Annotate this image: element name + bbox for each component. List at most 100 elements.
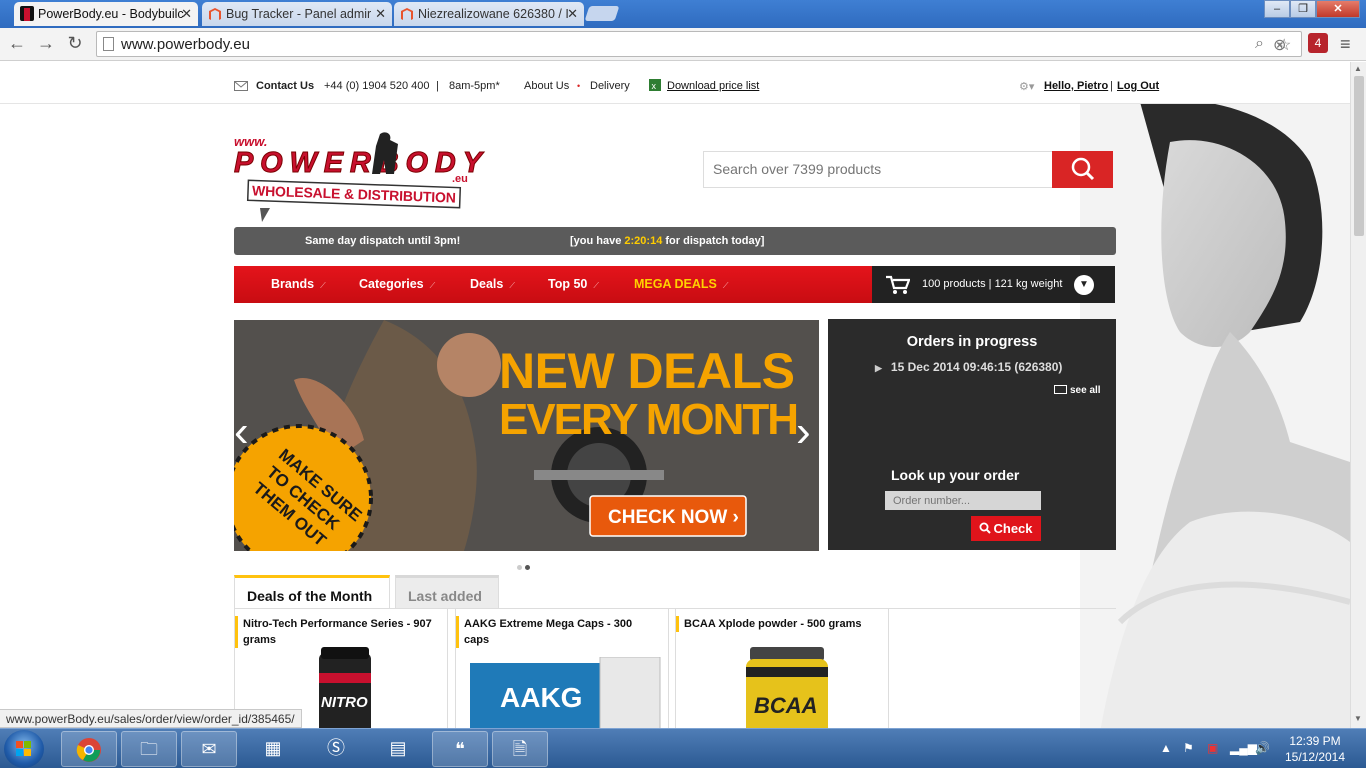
promo-banner[interactable]: NEW DEALS EVERY MONTH CHECK NOW › MAKE S… [234, 320, 819, 551]
system-clock[interactable]: 12:39 PM 15/12/2014 [1280, 733, 1350, 765]
cart-expand-icon[interactable]: ▼ [1074, 275, 1094, 295]
explorer-folder-icon[interactable]: 🗀 [121, 731, 177, 767]
product-name[interactable]: Nitro-Tech Performance Series - 907 gram… [235, 616, 437, 648]
nav-mega-deals[interactable]: MEGA DEALS ⟋ [634, 277, 728, 291]
browser-tab-bug-tracker[interactable]: Bug Tracker - Panel admir ✕ [202, 2, 392, 26]
product-image[interactable]: NITRO [315, 647, 375, 728]
office-hours: 8am-5pm* [449, 80, 500, 92]
bullet: • [577, 81, 581, 91]
url-text[interactable]: www.powerbody.eu [121, 36, 250, 53]
about-us-link[interactable]: About Us [524, 80, 569, 92]
close-window-icon[interactable]: ✕ [1316, 0, 1360, 18]
maximize-icon[interactable]: ❐ [1290, 0, 1316, 18]
calculator-icon[interactable]: ▤ [370, 731, 426, 767]
banner-next-arrow-icon[interactable]: › [796, 410, 811, 454]
extension-badge: 4 [1314, 36, 1322, 50]
scrollbar-thumb[interactable] [1354, 76, 1364, 236]
new-tab-button[interactable] [584, 6, 620, 21]
close-tab-icon[interactable]: ✕ [567, 2, 578, 26]
network-signal-icon[interactable]: ▂▄▆ [1230, 741, 1257, 755]
order-number-input[interactable] [885, 491, 1041, 510]
product-name[interactable]: BCAA Xplode powder - 500 grams [676, 616, 878, 632]
reload-icon[interactable]: ↻ [64, 33, 86, 54]
magento-favicon-icon [400, 6, 414, 21]
action-center-flag-icon[interactable]: ⚑ [1183, 741, 1194, 755]
tab-deals-of-the-month[interactable]: Deals of the Month [234, 575, 390, 609]
product-card[interactable]: BCAA Xplode powder - 500 grams BCAA [675, 609, 889, 728]
product-card[interactable]: AAKG Extreme Mega Caps - 300 caps AAKG [455, 609, 669, 728]
bookmark-star-icon[interactable]: ☆ [1277, 35, 1291, 55]
apps-grid-icon[interactable]: ▦ [245, 731, 301, 767]
main-navigation: Brands ⟋ Categories ⟋ Deals ⟋ Top 50 ⟋ MEGA … [234, 266, 872, 303]
thunderbird-icon[interactable]: ✉ [181, 731, 237, 767]
windows-taskbar: 🗀 ✉ ▦ Ⓢ ▤ ❝ 🗎 ▲ ⚑ ▣ ▂▄▆ 🔊 12:39 PM 15/12… [0, 728, 1366, 768]
download-price-list-link[interactable]: Download price list [667, 80, 759, 92]
nav-categories[interactable]: Categories ⟋ [359, 277, 435, 291]
product-search-box [703, 151, 1053, 188]
hello-user-link[interactable]: Hello, Pietro [1044, 80, 1108, 92]
page-scrollbar[interactable]: ▲ ▼ [1350, 62, 1366, 728]
chrome-menu-icon[interactable]: ≡ [1340, 34, 1351, 55]
dispatch-info-bar: Same day dispatch until 3pm! [you have 2… [234, 227, 1116, 255]
dropdown-caret-icon: ⟋ [429, 281, 436, 290]
tab-last-added[interactable]: Last added [395, 575, 499, 609]
triangle-right-icon: ▶ [875, 363, 882, 373]
search-icon[interactable]: ⌕ [1255, 35, 1264, 53]
check-order-button[interactable]: Check [971, 516, 1041, 541]
skype-icon[interactable]: Ⓢ [308, 731, 364, 767]
document-viewer-icon[interactable]: 🗎 [492, 731, 548, 767]
windows-start-button[interactable] [4, 730, 44, 768]
close-tab-icon[interactable]: ✕ [181, 2, 192, 26]
windows-logo-icon [16, 741, 31, 756]
scroll-up-arrow-icon[interactable]: ▲ [1354, 64, 1362, 73]
svg-text:CHECK NOW ›: CHECK NOW › [608, 507, 739, 528]
magento-favicon-icon [208, 6, 222, 21]
chrome-taskbar-icon[interactable] [61, 731, 117, 767]
page-icon [103, 37, 114, 51]
clock-date: 15/12/2014 [1284, 750, 1346, 764]
search-button[interactable] [1052, 151, 1113, 188]
phone-number: +44 (0) 1904 520 400 [324, 80, 430, 92]
svg-text:EVERY MONTH: EVERY MONTH [499, 395, 799, 444]
cart-summary-bar[interactable]: 100 products | 121 kg weight ▼ [872, 266, 1115, 303]
cart-summary-text: 100 products | 121 kg weight [922, 278, 1063, 290]
lookup-title: Look up your order [891, 467, 1020, 483]
order-item[interactable]: ▶ 15 Dec 2014 09:46:15 (626380) [875, 360, 1062, 374]
shopping-cart-icon [886, 275, 910, 294]
tray-app-icon[interactable]: ▣ [1207, 741, 1218, 755]
tab-title: PowerBody.eu - Bodybuilc [38, 7, 184, 21]
product-image[interactable]: AAKG [470, 657, 662, 728]
product-divider [888, 609, 889, 728]
volume-icon[interactable]: 🔊 [1255, 741, 1270, 755]
tab-title: Niezrealizowane 626380 / I [418, 7, 569, 21]
nav-top50[interactable]: Top 50 ⟋ [548, 277, 599, 291]
svg-text:BCAA: BCAA [754, 693, 818, 718]
contact-us-link[interactable]: Contact Us [256, 80, 314, 92]
nav-brands[interactable]: Brands ⟋ [271, 277, 326, 291]
banner-dot[interactable] [517, 565, 522, 570]
window-controls: – ❐ ✕ [1264, 0, 1360, 18]
see-all-link[interactable]: see all [1054, 385, 1101, 396]
settings-gear-icon[interactable]: ⚙▾ [1019, 80, 1034, 93]
minimize-icon[interactable]: – [1264, 0, 1290, 18]
close-tab-icon[interactable]: ✕ [375, 2, 386, 26]
banner-prev-arrow-icon[interactable]: ‹ [234, 410, 249, 454]
search-input[interactable] [704, 152, 1034, 186]
svg-text:NEW DEALS: NEW DEALS [499, 343, 795, 399]
hangouts-icon[interactable]: ❝ [432, 731, 488, 767]
delivery-link[interactable]: Delivery [590, 80, 630, 92]
extension-icon[interactable]: 4 [1308, 33, 1328, 53]
banner-dot-active[interactable] [525, 565, 530, 570]
back-arrow-icon[interactable]: ← [6, 33, 28, 54]
address-bar[interactable]: www.powerbody.eu ⌕ ⊗ ☆ [96, 31, 1302, 57]
forward-arrow-icon[interactable]: → [35, 33, 57, 54]
browser-tab-powerbody[interactable]: PowerBody.eu - Bodybuilc ✕ [14, 2, 198, 26]
tray-expand-icon[interactable]: ▲ [1160, 741, 1172, 755]
product-image[interactable]: BCAA [742, 647, 832, 728]
powerbody-logo[interactable]: www. POWERBODY .eu WHOLESALE & DISTRIBUT… [234, 130, 486, 238]
scroll-down-arrow-icon[interactable]: ▼ [1354, 714, 1362, 723]
product-name[interactable]: AAKG Extreme Mega Caps - 300 caps [456, 616, 658, 648]
browser-tab-order[interactable]: Niezrealizowane 626380 / I ✕ [394, 2, 584, 26]
nav-deals[interactable]: Deals ⟋ [470, 277, 515, 291]
logout-link[interactable]: Log Out [1117, 80, 1159, 92]
